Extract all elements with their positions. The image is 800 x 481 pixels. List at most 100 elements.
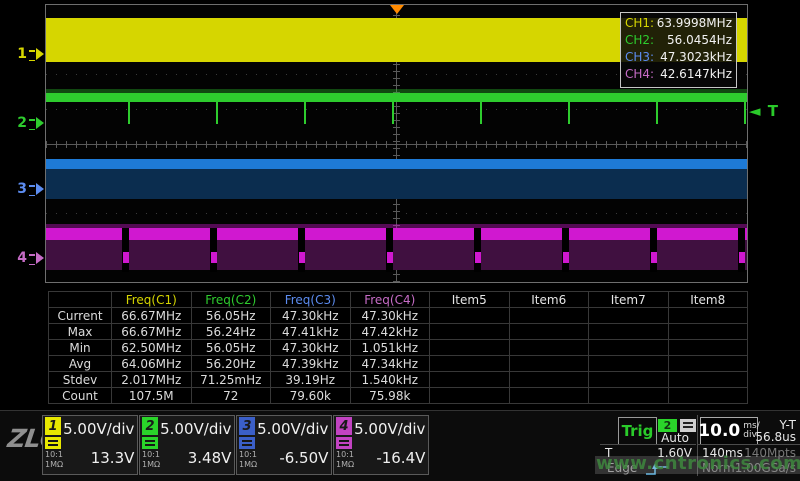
- channel2-position-marker[interactable]: 2: [10, 115, 44, 130]
- table-cell: 47.34kHz: [350, 356, 430, 372]
- channel1-position-marker[interactable]: 1: [10, 46, 44, 61]
- table-row: Stdev2.017MHz71.25mHz39.19Hz1.540kHz: [49, 372, 748, 388]
- channel2-marker-number: 2: [17, 115, 27, 131]
- channel4-trace-gaps: [46, 228, 747, 272]
- table-cell: [589, 308, 669, 324]
- table-cell: 62.50MHz: [112, 340, 192, 356]
- table-cell: 39.19Hz: [271, 372, 351, 388]
- channel2-trace: [46, 93, 747, 102]
- freq-ch2-value: 56.0454Hz: [667, 32, 732, 49]
- channel1-badge: 1: [45, 417, 61, 435]
- table-row: Current66.67MHz56.05Hz47.30kHz47.30kHz: [49, 308, 748, 324]
- table-cell: [589, 324, 669, 340]
- table-cell: 1.540kHz: [350, 372, 430, 388]
- watermark: www.cntronics.com: [596, 453, 798, 474]
- divider: [698, 444, 800, 445]
- table-cell: [430, 356, 510, 372]
- table-cell: [430, 308, 510, 324]
- channel4-impedance: 1MΩ: [336, 460, 354, 469]
- channel2-impedance: 1MΩ: [142, 460, 160, 469]
- channel3-marker-number: 3: [17, 181, 27, 197]
- freq-ch4-value: 42.6147kHz: [660, 66, 732, 83]
- channel3-impedance: 1MΩ: [239, 460, 257, 469]
- channel4-marker-number: 4: [17, 250, 27, 266]
- table-cell: 66.67MHz: [112, 324, 192, 340]
- dc-coupling-icon: [45, 437, 61, 449]
- trigger-position-marker[interactable]: [390, 5, 404, 14]
- table-row-label: Count: [49, 388, 112, 404]
- table-cell: [589, 388, 669, 404]
- channel4-scale: 5.00V/div: [354, 416, 425, 443]
- table-row-label: Min: [49, 340, 112, 356]
- table-row: Max66.67MHz56.24Hz47.41kHz47.42kHz: [49, 324, 748, 340]
- table-cell: [589, 356, 669, 372]
- channel3-trace: [46, 159, 747, 169]
- measurement-table: Freq(C1)Freq(C2)Freq(C3)Freq(C4)Item5Ite…: [48, 291, 748, 404]
- table-cell: [589, 340, 669, 356]
- dc-coupling-icon: [239, 437, 255, 449]
- table-cell: 56.05Hz: [191, 340, 271, 356]
- channel3-badge: 3: [239, 417, 255, 435]
- timebase-value: 10.0: [698, 421, 740, 441]
- ground-icon: [29, 185, 35, 196]
- freq-row-ch2: CH2: 56.0454Hz: [625, 32, 732, 49]
- freq-ch1-value: 63.9998MHz: [657, 15, 732, 32]
- table-cell: 1.051kHz: [350, 340, 430, 356]
- table-cell: 71.25mHz: [191, 372, 271, 388]
- table-cell: 47.39kHz: [271, 356, 351, 372]
- channel1-marker-number: 1: [17, 46, 27, 62]
- table-cell: [509, 340, 589, 356]
- channel1-scale: 5.00V/div: [63, 416, 134, 443]
- table-cell: 56.24Hz: [191, 324, 271, 340]
- table-row-label: Current: [49, 308, 112, 324]
- channel2-probe-ratio: 10:1: [142, 450, 160, 459]
- table-header-Freq(C2): Freq(C2): [191, 292, 271, 308]
- channel3-scale: 5.00V/div: [257, 416, 328, 443]
- ground-icon: [29, 119, 35, 130]
- table-cell: 66.67MHz: [112, 308, 192, 324]
- channel4-offset: -16.4V: [354, 443, 425, 473]
- freq-ch3-value: 47.3023kHz: [660, 49, 732, 66]
- trigger-mode[interactable]: Auto: [652, 431, 698, 445]
- ground-icon: [29, 50, 35, 61]
- table-cell: [509, 388, 589, 404]
- channel1-settings[interactable]: 1 10:1 1MΩ 5.00V/div 13.3V: [42, 415, 138, 475]
- channel4-settings[interactable]: 4 10:1 1MΩ 5.00V/div -16.4V: [333, 415, 429, 475]
- trigger-level-marker[interactable]: ◄ T: [749, 102, 779, 120]
- table-header-Freq(C3): Freq(C3): [271, 292, 351, 308]
- channel3-position-marker[interactable]: 3: [10, 181, 44, 196]
- channel3-settings[interactable]: 3 10:1 1MΩ 5.00V/div -6.50V: [236, 415, 332, 475]
- table-row-label: Stdev: [49, 372, 112, 388]
- table-cell: [430, 372, 510, 388]
- table-cell: [668, 324, 748, 340]
- table-cell: 72: [191, 388, 271, 404]
- freq-ch1-label: CH1:: [625, 15, 654, 32]
- table-cell: [668, 356, 748, 372]
- table-cell: [589, 372, 669, 388]
- table-row-label: Avg: [49, 356, 112, 372]
- table-cell: 107.5M: [112, 388, 192, 404]
- table-row: Count107.5M7279.60k75.98k: [49, 388, 748, 404]
- arrow-right-icon: [36, 183, 44, 195]
- freq-ch4-label: CH4:: [625, 66, 654, 83]
- freq-ch3-label: CH3:: [625, 49, 654, 66]
- freq-ch2-label: CH2:: [625, 32, 654, 49]
- divider: [600, 444, 696, 445]
- freq-row-ch4: CH4: 42.6147kHz: [625, 66, 732, 83]
- channel4-badge: 4: [336, 417, 352, 435]
- table-row: Min62.50MHz56.05Hz47.30kHz1.051kHz: [49, 340, 748, 356]
- channel2-settings[interactable]: 2 10:1 1MΩ 5.00V/div 3.48V: [139, 415, 235, 475]
- table-cell: [509, 372, 589, 388]
- table-cell: 64.06MHz: [112, 356, 192, 372]
- channel3-trace-fill: [46, 169, 747, 199]
- table-corner: [49, 292, 112, 308]
- table-cell: [668, 388, 748, 404]
- channel4-position-marker[interactable]: 4: [10, 250, 44, 265]
- table-cell: [668, 372, 748, 388]
- table-header-Item6: Item6: [509, 292, 589, 308]
- channel3-probe-ratio: 10:1: [239, 450, 257, 459]
- channel2-badge: 2: [142, 417, 158, 435]
- table-cell: [509, 324, 589, 340]
- table-cell: 47.30kHz: [350, 308, 430, 324]
- table-cell: [430, 388, 510, 404]
